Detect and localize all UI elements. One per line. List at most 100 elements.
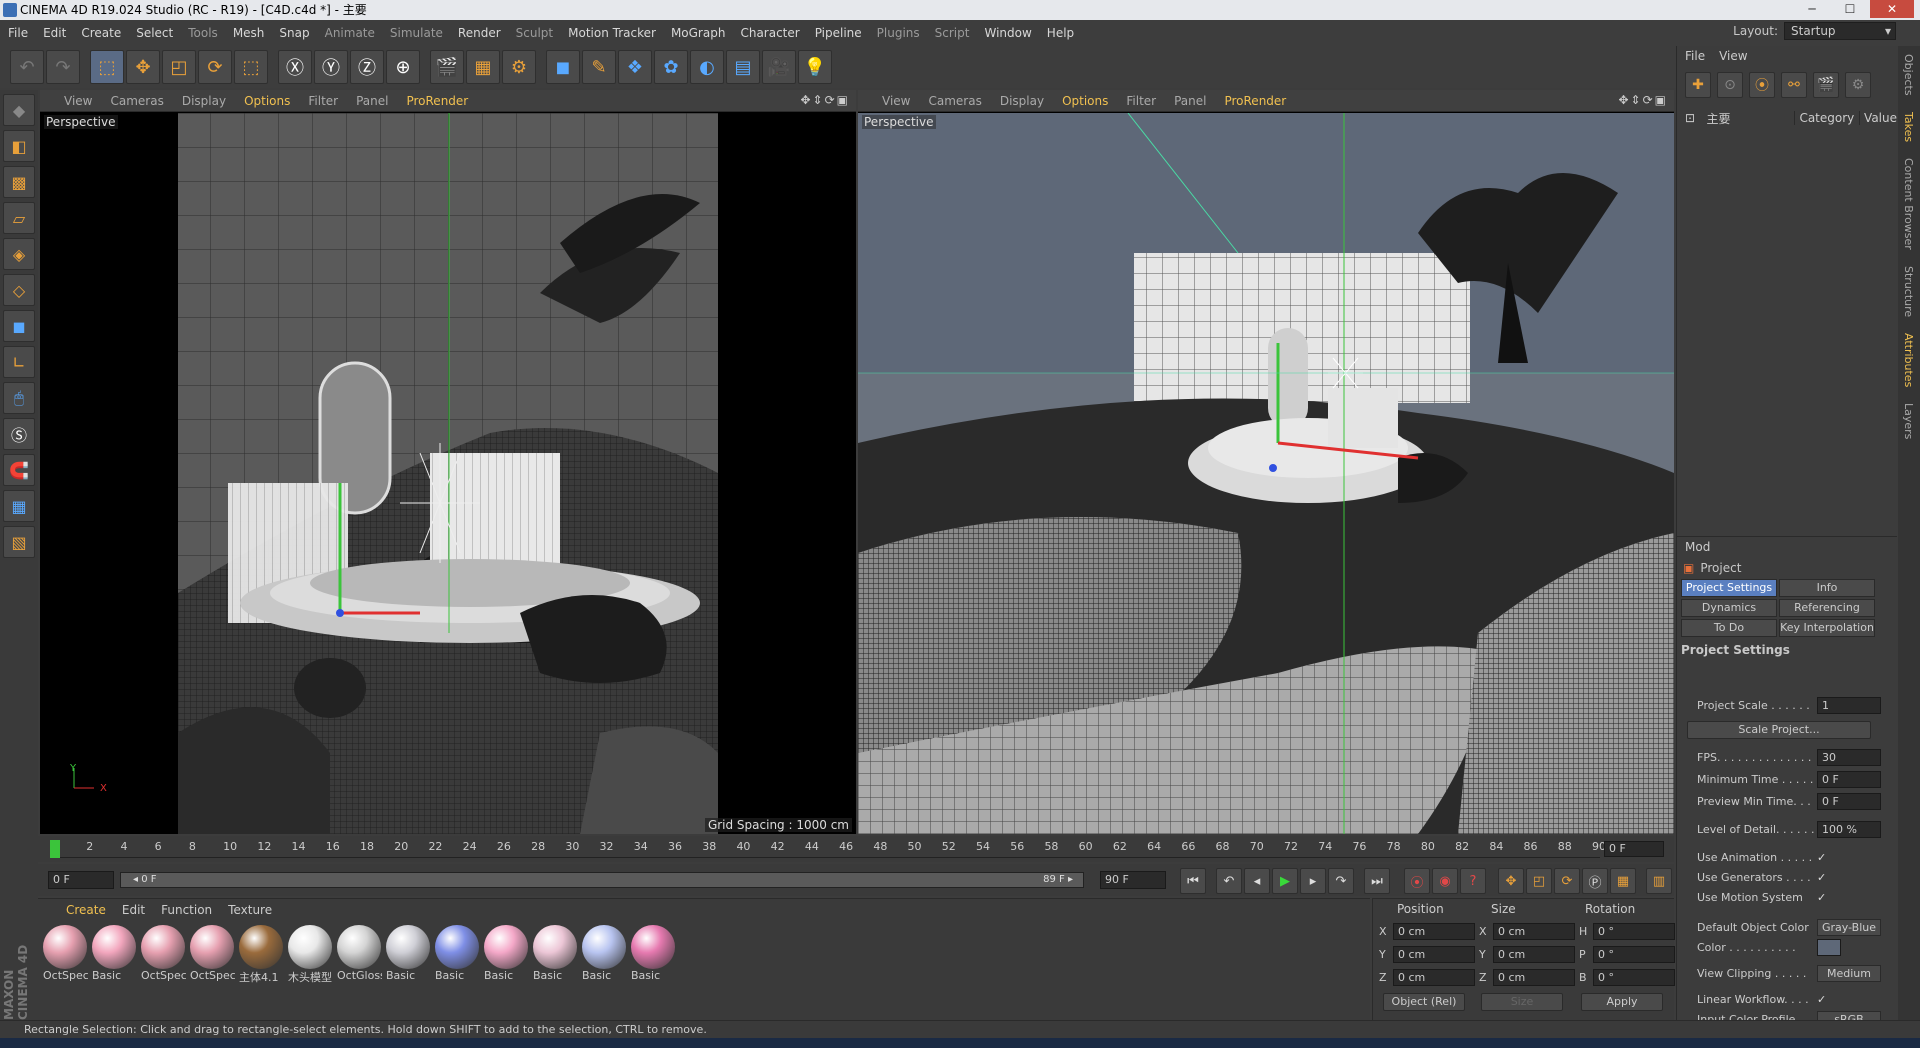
undo-icon[interactable]: ↶ xyxy=(10,50,44,84)
move-icon[interactable]: ✥ xyxy=(126,50,160,84)
attribute-value-field[interactable]: 30 xyxy=(1817,749,1881,766)
tab-dynamics[interactable]: Dynamics xyxy=(1681,599,1777,617)
workplane-icon[interactable]: ▱ xyxy=(3,202,35,234)
menu-mograph[interactable]: MoGraph xyxy=(671,26,726,40)
preview-range-slider[interactable]: ◂ 0 F 89 F ▸ xyxy=(120,872,1084,888)
prev-key-icon[interactable]: ↶ xyxy=(1216,868,1242,894)
render-settings-icon[interactable]: ⚙ xyxy=(502,50,536,84)
render-picture-viewer-icon[interactable]: ▦ xyxy=(466,50,500,84)
side-tab-objects[interactable]: Objects xyxy=(1902,46,1915,104)
scale-project-button[interactable]: Scale Project... xyxy=(1687,721,1871,739)
end-frame-field[interactable]: 90 F xyxy=(1100,871,1166,889)
auto-take-icon[interactable]: ⦿ xyxy=(1749,72,1775,98)
color-swatch[interactable] xyxy=(1817,939,1841,956)
subdivision-icon[interactable]: ❖ xyxy=(618,50,652,84)
play-icon[interactable]: ▶ xyxy=(1272,868,1298,894)
model-mode-icon[interactable]: ◧ xyxy=(3,130,35,162)
viewport-menu-cameras[interactable]: Cameras xyxy=(110,94,163,108)
viewport-right[interactable]: View Cameras Display Options Filter Panel ProR… xyxy=(858,90,1674,834)
tab-info[interactable]: Info xyxy=(1779,579,1875,597)
record-position-icon[interactable]: ✥ xyxy=(1498,868,1524,894)
points-mode-icon[interactable]: ◈ xyxy=(3,238,35,270)
x-axis-icon[interactable]: Ⓧ xyxy=(278,50,312,84)
menu-snap[interactable]: Snap xyxy=(279,26,309,40)
axis-mode-icon[interactable]: ∟ xyxy=(3,346,35,378)
timeline-playhead[interactable] xyxy=(50,840,60,858)
goto-end-icon[interactable]: ⏭ xyxy=(1364,868,1390,894)
viewport-nav-icon[interactable]: ✥⇕⟳▣ xyxy=(1618,93,1668,107)
timeline[interactable]: 0246810121416182022242628303234363840424… xyxy=(38,836,1674,862)
menu-help[interactable]: Help xyxy=(1047,26,1074,40)
live-selection-icon[interactable]: ⬚ xyxy=(90,50,124,84)
menu-animate[interactable]: Animate xyxy=(325,26,375,40)
material-item[interactable]: Basic xyxy=(91,925,137,985)
size-mode-dropdown[interactable]: Size xyxy=(1481,993,1563,1011)
main-take-label[interactable]: 主要 xyxy=(1707,110,1795,127)
rotation-field[interactable]: 0 ° xyxy=(1593,968,1675,986)
position-field[interactable]: 0 cm xyxy=(1393,968,1475,986)
coordinate-system-icon[interactable]: ⊕ xyxy=(386,50,420,84)
viewport-menu-filter[interactable]: Filter xyxy=(308,94,338,108)
viewport-left[interactable]: View Cameras Display Options Filter Panel ProR… xyxy=(40,90,856,834)
recent-tool-icon[interactable]: ⬚ xyxy=(234,50,268,84)
render-view-icon[interactable]: 🎬 xyxy=(430,50,464,84)
material-menu-edit[interactable]: Edit xyxy=(122,903,145,917)
viewport-menu-display[interactable]: Display xyxy=(182,94,226,108)
material-item[interactable]: 木头模型 xyxy=(287,925,333,985)
y-axis-icon[interactable]: Ⓨ xyxy=(314,50,348,84)
viewport-nav-icon[interactable]: ✥⇕⟳▣ xyxy=(800,93,850,107)
autokey-icon[interactable]: ◉ xyxy=(1432,868,1458,894)
viewport-menu-cameras[interactable]: Cameras xyxy=(928,94,981,108)
menu-edit[interactable]: Edit xyxy=(43,26,66,40)
tab-referencing[interactable]: Referencing xyxy=(1779,599,1875,617)
make-editable-icon[interactable]: ◆ xyxy=(3,94,35,126)
takes-list[interactable]: ⊡ 主要 Category Value xyxy=(1677,108,1897,528)
tweak-mode-icon[interactable]: 🖱 xyxy=(3,382,35,414)
new-take-icon[interactable]: ✚ xyxy=(1685,72,1711,98)
material-item[interactable]: Basic xyxy=(532,925,578,985)
goto-start-icon[interactable]: ⏮ xyxy=(1180,868,1206,894)
record-pla-icon[interactable]: ▦ xyxy=(1610,868,1636,894)
lock-workplane-icon[interactable]: ▦ xyxy=(3,490,35,522)
objects-menu-file[interactable]: File xyxy=(1685,49,1705,63)
light-icon[interactable]: 💡 xyxy=(798,50,832,84)
texture-mode-icon[interactable]: ▩ xyxy=(3,166,35,198)
side-tab-content-browser[interactable]: Content Browser xyxy=(1902,150,1915,258)
scale-icon[interactable]: ◰ xyxy=(162,50,196,84)
menu-character[interactable]: Character xyxy=(740,26,799,40)
menu-select[interactable]: Select xyxy=(136,26,173,40)
attributes-mode-menu[interactable]: Mod xyxy=(1685,540,1710,554)
attribute-value-field[interactable]: 0 F xyxy=(1817,771,1881,788)
menu-create[interactable]: Create xyxy=(81,26,121,40)
attribute-dropdown[interactable]: Medium xyxy=(1817,965,1881,982)
material-item[interactable]: 主体4.1 xyxy=(238,925,284,985)
apply-button[interactable]: Apply xyxy=(1581,993,1663,1011)
viewport-menu-display[interactable]: Display xyxy=(1000,94,1044,108)
start-frame-field[interactable]: 0 F xyxy=(48,871,114,889)
cube-icon[interactable]: ◼ xyxy=(546,50,580,84)
material-menu-function[interactable]: Function xyxy=(161,903,212,917)
attribute-checkbox[interactable]: ✓ xyxy=(1817,891,1831,905)
attribute-dropdown[interactable]: Gray-Blue xyxy=(1817,919,1881,936)
camera-icon[interactable]: 🎥 xyxy=(762,50,796,84)
minimize-icon[interactable]: ─ xyxy=(1794,0,1830,18)
viewport-menu-prorender[interactable]: ProRender xyxy=(406,94,468,108)
size-field[interactable]: 0 cm xyxy=(1493,945,1575,963)
layout-dropdown[interactable]: Startup xyxy=(1784,22,1896,40)
menu-motion-tracker[interactable]: Motion Tracker xyxy=(568,26,656,40)
menu-pipeline[interactable]: Pipeline xyxy=(815,26,862,40)
redo-icon[interactable]: ↷ xyxy=(46,50,80,84)
menu-plugins[interactable]: Plugins xyxy=(877,26,920,40)
planar-workplane-icon[interactable]: ▧ xyxy=(3,526,35,558)
tab-to-do[interactable]: To Do xyxy=(1681,619,1777,637)
size-field[interactable]: 0 cm xyxy=(1493,922,1575,940)
pen-icon[interactable]: ✎ xyxy=(582,50,616,84)
material-item[interactable]: OctSpec xyxy=(42,925,88,985)
viewport-menu-panel[interactable]: Panel xyxy=(356,94,388,108)
attribute-checkbox[interactable]: ✓ xyxy=(1817,871,1831,885)
coord-mode-dropdown[interactable]: Object (Rel) xyxy=(1383,993,1465,1011)
next-key-icon[interactable]: ↷ xyxy=(1328,868,1354,894)
menu-script[interactable]: Script xyxy=(935,26,970,40)
snap-icon[interactable]: 🧲 xyxy=(3,454,35,486)
record-icon[interactable]: ⦿ xyxy=(1404,868,1430,894)
